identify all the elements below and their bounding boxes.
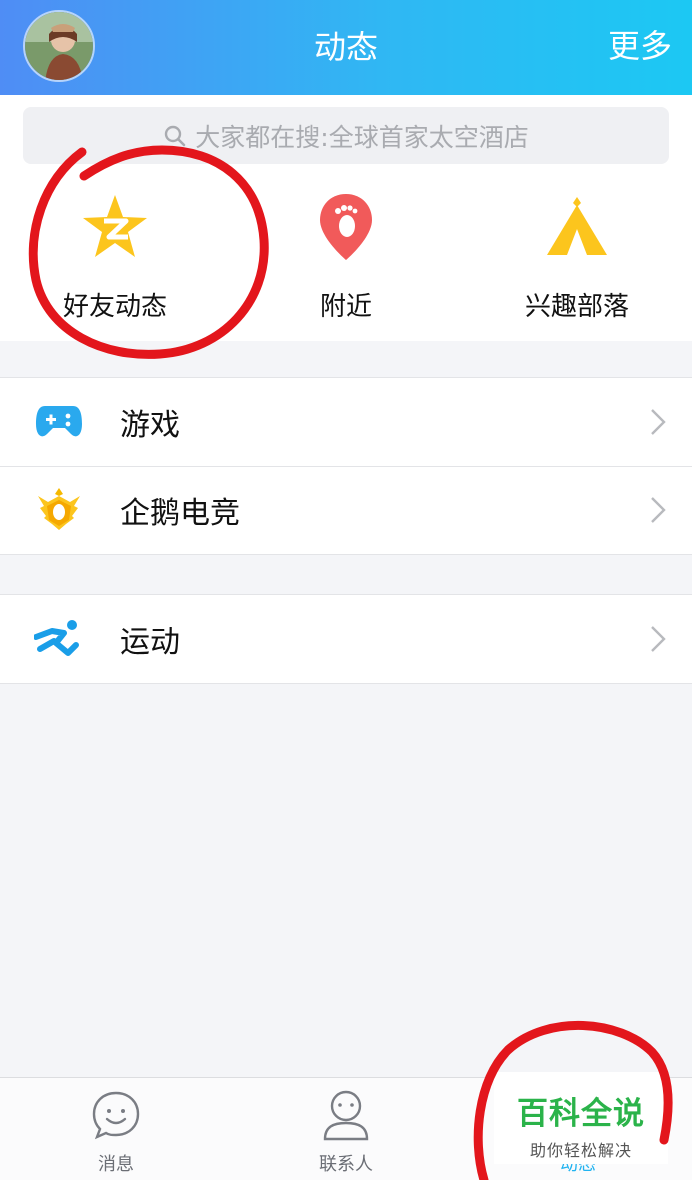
page-title: 动态 [313,28,378,66]
chevron-right-icon [638,408,678,436]
watermark-logo: 百科全说 助你轻松解决 [494,1072,668,1164]
list-item-games-label: 游戏 [120,408,180,443]
quick-friends-feed-label: 好友动态 [62,292,167,322]
list-section-sports: 运动 [0,594,692,684]
qzone-star-icon [0,190,230,264]
list-item-sports-label: 运动 [120,625,180,660]
list-item-esports[interactable]: 企鹅电竞 [0,466,692,554]
tab-messages[interactable]: 消息 [46,1086,186,1176]
search-icon [165,125,186,146]
esports-badge-icon [0,466,120,554]
watermark-title: 百科全说 [517,1096,645,1132]
quick-interest-tribe[interactable]: 兴趣部落 [462,190,692,322]
chat-bubble-icon [46,1086,186,1144]
tab-contacts[interactable]: 联系人 [276,1086,416,1176]
quick-interest-tribe-label: 兴趣部落 [524,292,629,322]
person-icon [276,1086,416,1144]
search-input[interactable]: 大家都在搜:全球首家太空酒店 [23,107,669,164]
quick-nearby[interactable]: 附近 [231,190,461,322]
footprint-pin-icon [231,190,461,264]
runner-icon [0,595,120,683]
list-item-games[interactable]: 游戏 [0,378,692,466]
tent-icon [462,190,692,264]
tab-contacts-label: 联系人 [319,1154,373,1175]
list-section-games: 游戏 企鹅电竞 [0,377,692,555]
watermark-subtitle: 助你轻松解决 [529,1141,632,1160]
list-item-sports[interactable]: 运动 [0,595,692,683]
dynamics-page: 动态 更多 大家都在搜:全球首家太空酒店 好友动态 附近 兴趣部落 游戏 企鹅电… [0,0,692,1180]
top-panel: 大家都在搜:全球首家太空酒店 好友动态 附近 兴趣部落 [0,95,692,341]
tab-messages-label: 消息 [98,1154,134,1175]
list-item-esports-label: 企鹅电竞 [120,496,240,531]
quick-friends-feed[interactable]: 好友动态 [0,190,230,322]
gamepad-icon [0,378,120,466]
chevron-right-icon [638,625,678,653]
more-button[interactable]: 更多 [608,0,672,95]
chevron-right-icon [638,496,678,524]
search-placeholder: 大家都在搜:全球首家太空酒店 [195,122,529,152]
top-bar: 动态 更多 [0,0,692,95]
quick-nearby-label: 附近 [319,292,372,322]
